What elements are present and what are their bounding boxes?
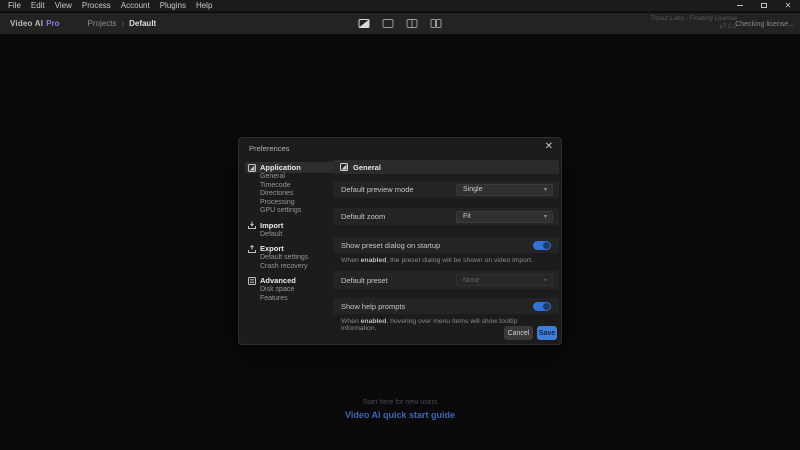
select-value: None bbox=[457, 277, 480, 284]
breadcrumb-current-project[interactable]: Default bbox=[129, 19, 156, 28]
sidebar-label: Application bbox=[260, 163, 301, 172]
setting-row-preview-mode: Default preview mode Single ▾ bbox=[333, 181, 559, 198]
select-value: Single bbox=[457, 186, 482, 193]
sidebar-item-processing[interactable]: Processing bbox=[260, 199, 333, 208]
toggle-knob bbox=[543, 242, 550, 249]
help-prompts-toggle[interactable] bbox=[533, 302, 551, 311]
sidebar-group-import: Import Default bbox=[245, 220, 333, 240]
window-close-button[interactable]: ✕ bbox=[776, 0, 800, 12]
toggle-knob bbox=[543, 303, 550, 310]
app-logo: Video AI Pro bbox=[0, 19, 60, 28]
chevron-down-icon: ▾ bbox=[544, 213, 552, 220]
dialog-footer: Cancel Save bbox=[504, 326, 557, 340]
setting-label: Default zoom bbox=[333, 212, 385, 221]
comparison-view-icon[interactable] bbox=[359, 19, 370, 28]
preferences-sidebar: Application General Timecode Directories… bbox=[245, 162, 333, 307]
sidebar-item-disk-space[interactable]: Disk space bbox=[260, 286, 333, 295]
sidebar-item-default-settings[interactable]: Default settings bbox=[260, 254, 333, 263]
sidebar-label: Import bbox=[260, 221, 283, 230]
breadcrumb: Projects › Default bbox=[88, 19, 157, 28]
breadcrumb-projects[interactable]: Projects bbox=[88, 19, 117, 28]
general-section-icon bbox=[340, 163, 348, 171]
menu-file[interactable]: File bbox=[3, 1, 26, 10]
menu-account[interactable]: Account bbox=[116, 1, 155, 10]
sidebar-group-export: Export Default settings Crash recovery bbox=[245, 243, 333, 271]
preferences-dialog: Preferences ✕ Application General Timeco… bbox=[238, 137, 562, 345]
sidebar-item-gpu-settings[interactable]: GPU settings bbox=[260, 207, 333, 216]
export-icon bbox=[248, 245, 256, 253]
quick-start-hint: Start here for new users bbox=[0, 399, 800, 406]
toolbar: Video AI Pro Projects › Default Topaz La… bbox=[0, 13, 800, 34]
sidebar-item-advanced[interactable]: Advanced bbox=[245, 275, 333, 286]
application-icon bbox=[248, 164, 256, 172]
window-minimize-button[interactable] bbox=[728, 0, 752, 12]
cancel-button[interactable]: Cancel bbox=[504, 326, 533, 340]
preferences-panel: General Default preview mode Single ▾ De… bbox=[333, 138, 559, 346]
save-button[interactable]: Save bbox=[537, 326, 557, 340]
chevron-down-icon: ▾ bbox=[544, 186, 552, 193]
preset-dialog-description: When enabled, the preset dialog will be … bbox=[341, 257, 553, 264]
sidebar-label: Advanced bbox=[260, 276, 296, 285]
preview-mode-select[interactable]: Single ▾ bbox=[456, 184, 553, 196]
default-zoom-select[interactable]: Fit ▾ bbox=[456, 211, 553, 223]
window-maximize-button[interactable] bbox=[752, 0, 776, 12]
chevron-down-icon: ▾ bbox=[544, 277, 552, 284]
dialog-title: Preferences bbox=[249, 144, 289, 153]
setting-label: Show preset dialog on startup bbox=[333, 241, 440, 250]
setting-label: Default preset bbox=[333, 276, 388, 285]
single-view-icon[interactable] bbox=[383, 19, 394, 28]
advanced-icon bbox=[248, 277, 256, 285]
menu-view[interactable]: View bbox=[50, 1, 77, 10]
sidebar-item-directories[interactable]: Directories bbox=[260, 190, 333, 199]
import-icon bbox=[248, 221, 256, 229]
side-by-side-view-icon[interactable] bbox=[431, 19, 442, 28]
menu-help[interactable]: Help bbox=[191, 1, 217, 10]
menu-process[interactable]: Process bbox=[77, 1, 116, 10]
close-icon: ✕ bbox=[785, 2, 792, 10]
split-view-icon[interactable] bbox=[407, 19, 418, 28]
sidebar-group-advanced: Advanced Disk space Features bbox=[245, 275, 333, 303]
sidebar-item-application[interactable]: Application bbox=[245, 162, 333, 173]
panel-section-header: General bbox=[333, 160, 559, 174]
sidebar-group-application: Application General Timecode Directories… bbox=[245, 162, 333, 216]
minimize-icon bbox=[737, 5, 743, 6]
setting-row-preset-dialog: Show preset dialog on startup bbox=[333, 237, 559, 253]
app-name: Video AI bbox=[10, 19, 43, 28]
sidebar-item-features[interactable]: Features bbox=[260, 295, 333, 304]
sidebar-item-timecode[interactable]: Timecode bbox=[260, 182, 333, 191]
setting-row-help-prompts: Show help prompts bbox=[333, 298, 559, 314]
select-value: Fit bbox=[457, 213, 471, 220]
panel-section-title: General bbox=[353, 163, 381, 172]
maximize-icon bbox=[761, 3, 767, 8]
default-preset-select: None ▾ bbox=[456, 274, 553, 286]
license-status: Checking license... bbox=[735, 21, 794, 28]
preview-mode-switcher bbox=[359, 13, 442, 34]
menu-bar: File Edit View Process Account Plugins H… bbox=[0, 0, 800, 12]
license-owner: Topaz Labs - Floating License bbox=[651, 15, 737, 23]
sidebar-item-export[interactable]: Export bbox=[245, 243, 333, 254]
setting-label: Show help prompts bbox=[333, 302, 405, 311]
setting-row-default-zoom: Default zoom Fit ▾ bbox=[333, 208, 559, 225]
quick-start-guide-link[interactable]: Video AI quick start guide bbox=[0, 410, 800, 420]
menu-edit[interactable]: Edit bbox=[26, 1, 50, 10]
pro-badge: Pro bbox=[46, 19, 59, 28]
breadcrumb-separator-icon: › bbox=[121, 19, 124, 28]
app-version: v7.0.2 bbox=[651, 23, 737, 31]
license-info: Topaz Labs - Floating License v7.0.2 bbox=[651, 15, 737, 31]
sidebar-label: Export bbox=[260, 244, 284, 253]
sidebar-item-general[interactable]: General bbox=[260, 173, 333, 182]
menu-plugins[interactable]: Plugins bbox=[155, 1, 191, 10]
setting-label: Default preview mode bbox=[333, 185, 414, 194]
sidebar-item-import-default[interactable]: Default bbox=[260, 231, 333, 240]
sidebar-item-crash-recovery[interactable]: Crash recovery bbox=[260, 263, 333, 272]
sidebar-item-import[interactable]: Import bbox=[245, 220, 333, 231]
setting-row-default-preset: Default preset None ▾ bbox=[333, 271, 559, 289]
preset-dialog-toggle[interactable] bbox=[533, 241, 551, 250]
